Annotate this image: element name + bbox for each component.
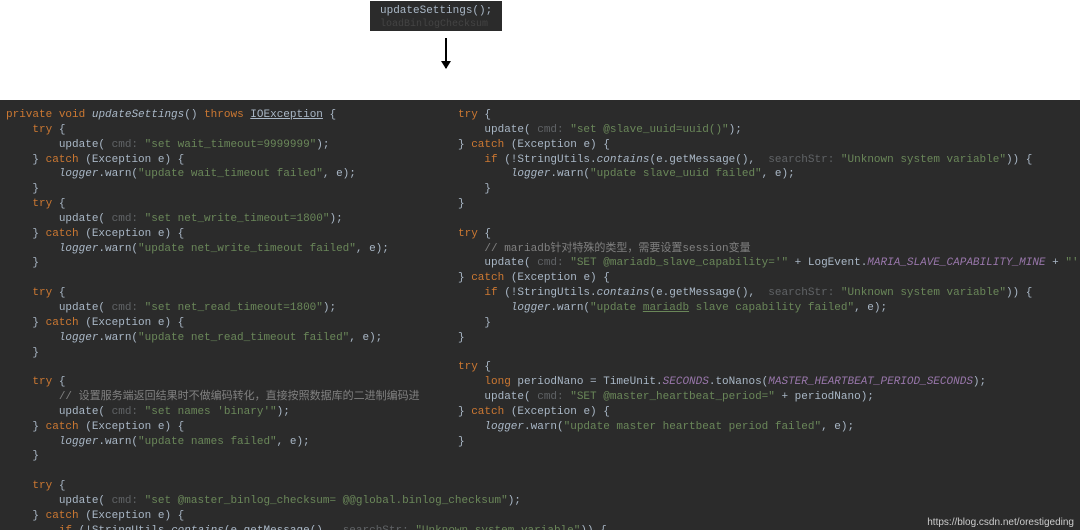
- code-panel: private void updateSettings() throws IOE…: [0, 100, 1080, 530]
- code-column-right: try { update( cmd: "set @slave_uuid=uuid…: [452, 100, 1080, 530]
- arrow-down-icon: [445, 38, 447, 68]
- watermark: https://blog.csdn.net/orestigeding: [927, 517, 1074, 528]
- top-code-snippet: updateSettings(); loadBinlogChecksum: [370, 1, 502, 31]
- snippet-line-2: loadBinlogChecksum: [380, 18, 492, 31]
- snippet-line-1: updateSettings();: [380, 4, 492, 18]
- code-column-left: private void updateSettings() throws IOE…: [0, 100, 452, 530]
